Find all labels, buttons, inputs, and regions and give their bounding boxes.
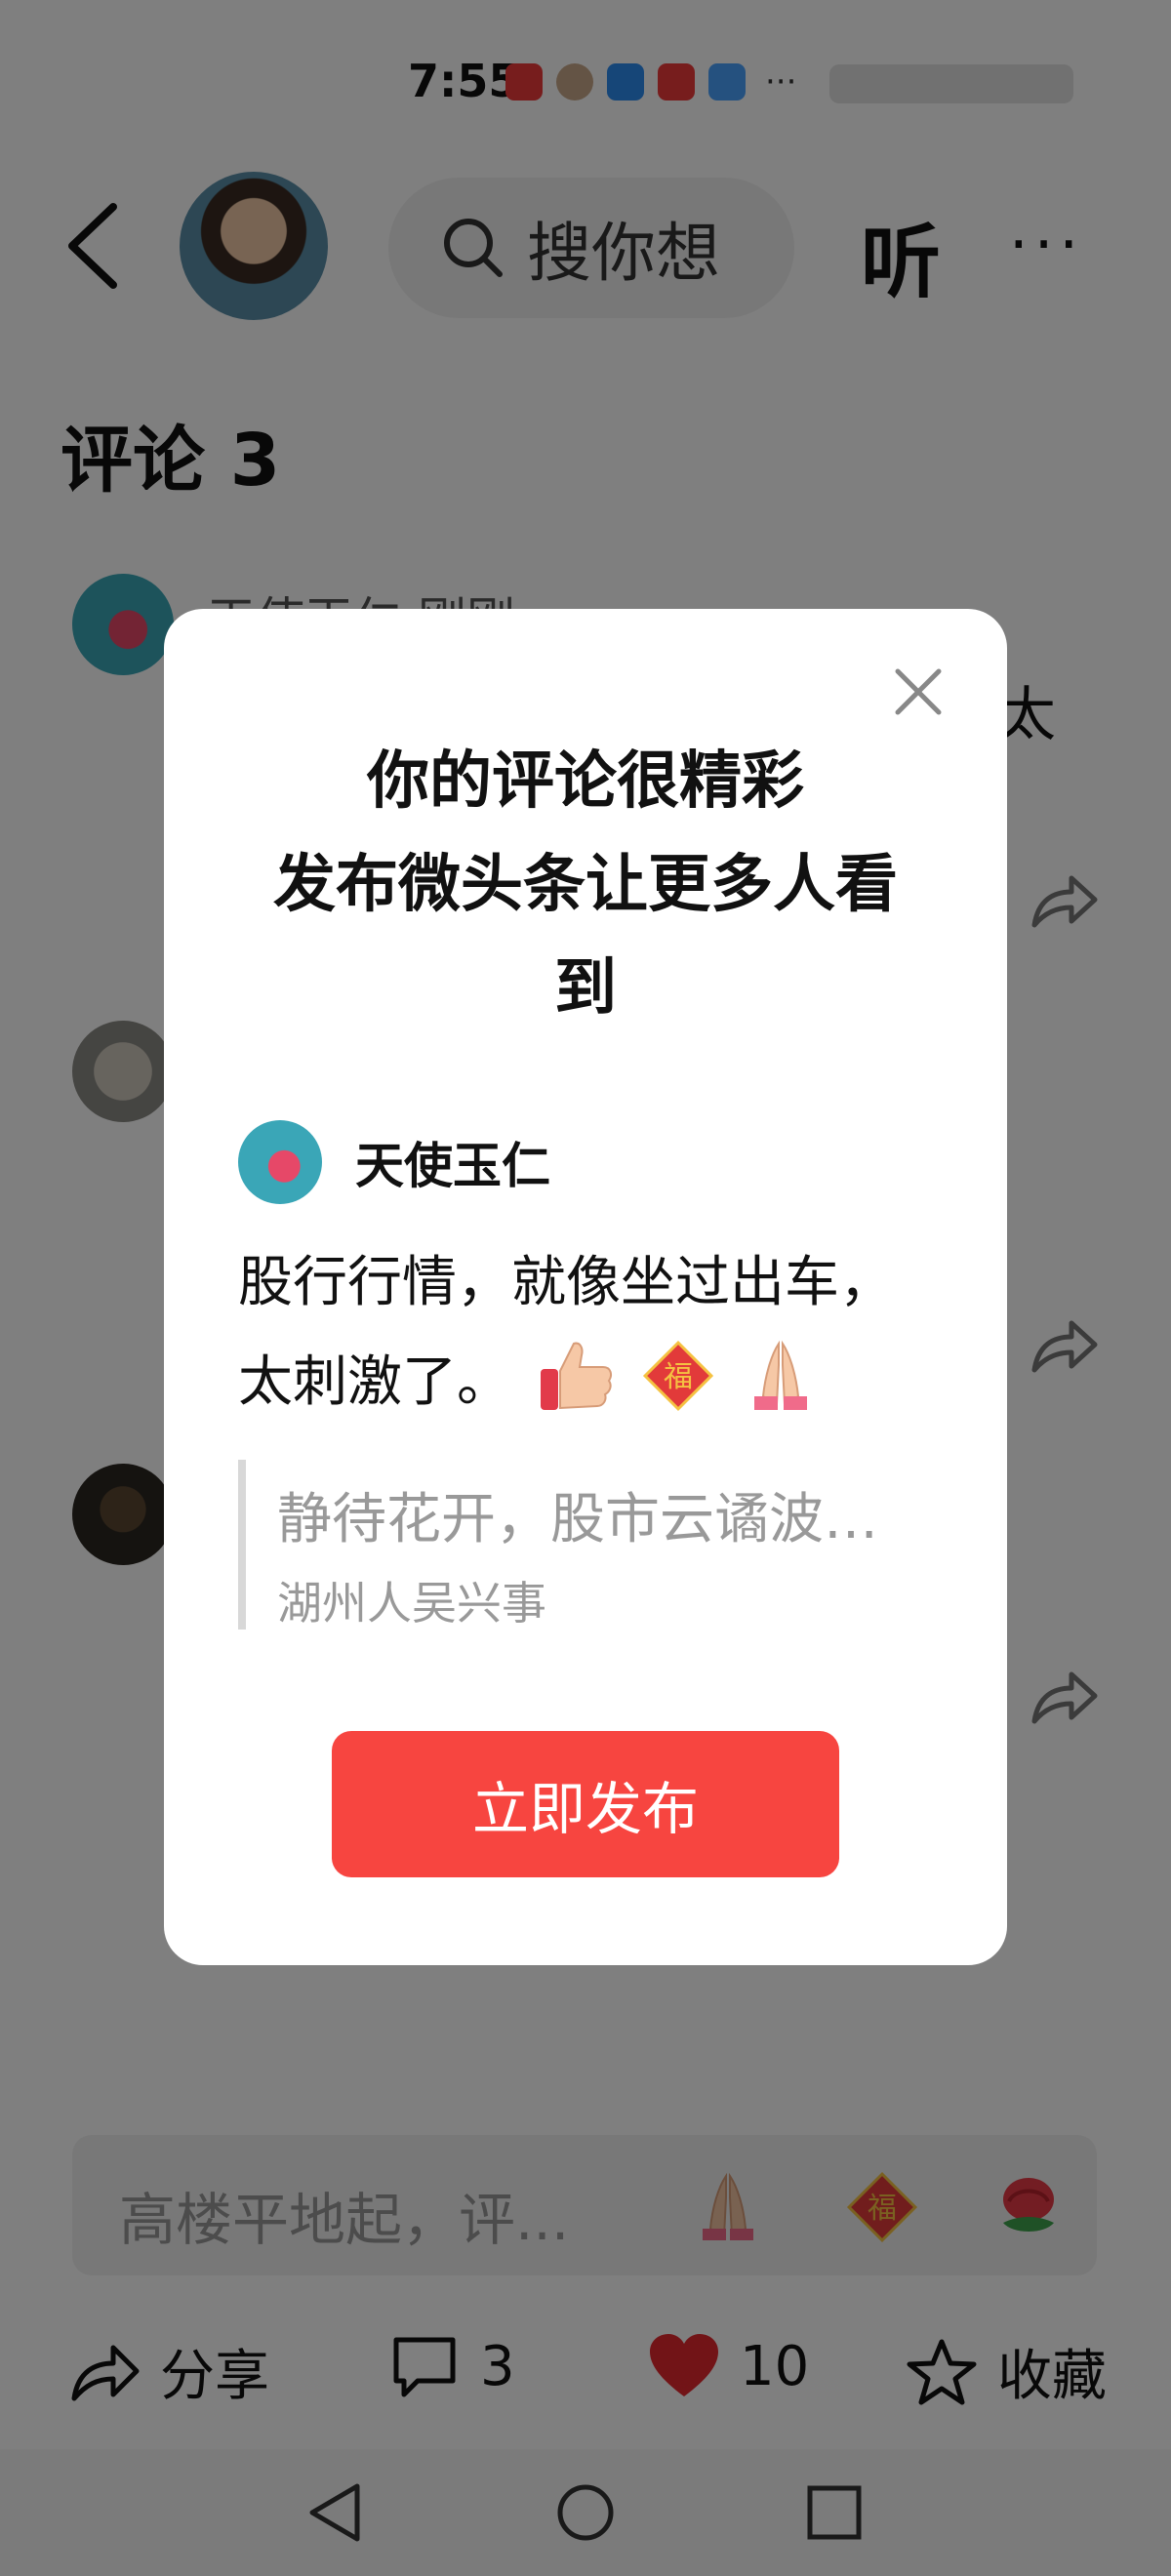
close-icon[interactable] — [892, 665, 945, 718]
dialog-title-line: 到 — [554, 952, 617, 1025]
praying-hands-emoji-icon — [754, 1340, 808, 1410]
comment-preview: 股行行情，就像坐过出车，太刺激了。 福 — [238, 1233, 941, 1432]
comment-author: 天使玉仁 — [238, 1120, 550, 1204]
dialog-title: 你的评论很精彩 发布微头条让更多人看 到 — [203, 730, 968, 1040]
author-name: 天使玉仁 — [355, 1138, 550, 1194]
fu-blessing-emoji-icon: 福 — [642, 1340, 713, 1412]
publish-suggestion-dialog: 你的评论很精彩 发布微头条让更多人看 到 天使玉仁 股行行情，就像坐过出车，太刺… — [164, 609, 1007, 1965]
publish-now-button[interactable]: 立即发布 — [332, 1731, 839, 1877]
quoted-article-title: 静待花开，股市云谲波… — [277, 1488, 878, 1551]
quoted-article-author: 湖州人吴兴事 — [277, 1577, 546, 1630]
quoted-article: 静待花开，股市云谲波… 湖州人吴兴事 — [238, 1460, 941, 1630]
dialog-title-line: 你的评论很精彩 — [367, 745, 804, 818]
svg-text:福: 福 — [664, 1360, 693, 1394]
dialog-title-line: 发布微头条让更多人看 — [273, 849, 898, 921]
avatar — [238, 1120, 322, 1204]
thumbs-up-emoji-icon — [540, 1342, 612, 1410]
